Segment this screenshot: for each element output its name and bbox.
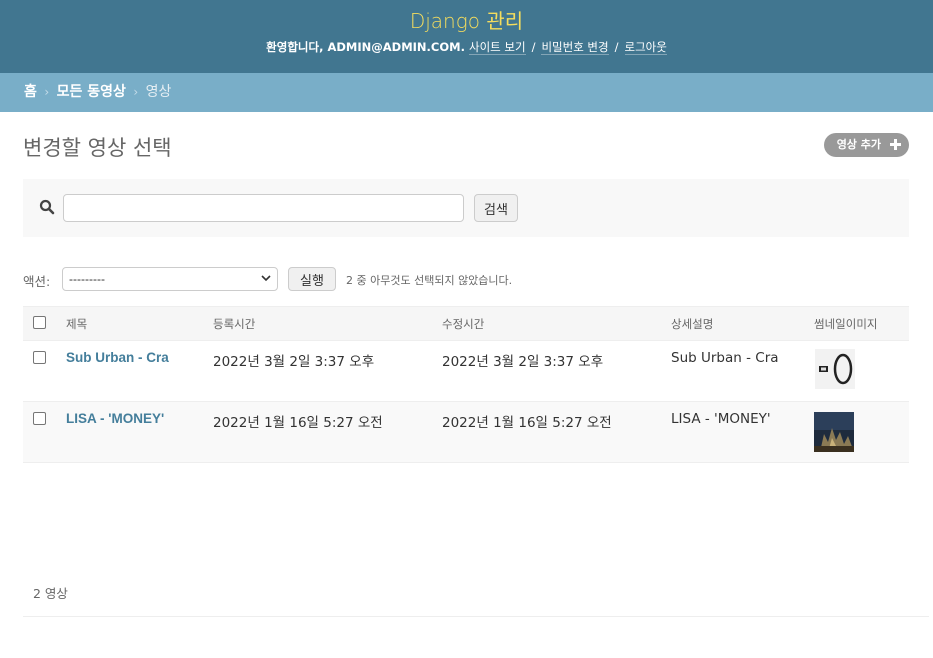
title-cell: Sub Urban - Cra (56, 340, 203, 402)
modified-cell: 2022년 1월 16일 5:27 오전 (432, 401, 661, 463)
column-header-modified[interactable]: 수정시간 (432, 306, 661, 341)
thumbnail-cell (804, 401, 909, 463)
action-label: 액션: (23, 274, 51, 289)
created-cell: 2022년 1월 16일 5:27 오전 (203, 401, 432, 463)
view-site-link[interactable]: 사이트 보기 (468, 40, 526, 55)
header: Django 관리 환영합니다, ADMIN@ADMIN.COM. 사이트 보기… (0, 0, 933, 73)
description-cell: LISA - 'MONEY' (661, 401, 804, 463)
search-button[interactable]: 검색 (474, 194, 518, 222)
action-counter: 2 중 아무것도 선택되지 않았습니다. (346, 274, 513, 287)
action-selected-value: --------- (69, 272, 105, 286)
plus-icon (890, 139, 901, 150)
search-toolbar: 검색 (23, 179, 909, 237)
action-select[interactable]: --------- (62, 267, 278, 291)
column-header-thumbnail[interactable]: 썸네일이미지 (804, 306, 909, 341)
welcome-text: 환영합니다, (266, 40, 324, 54)
chevron-down-icon (261, 275, 271, 282)
user-tools: 환영합니다, ADMIN@ADMIN.COM. 사이트 보기 / 비밀번호 변경… (266, 40, 667, 55)
logout-link[interactable]: 로그아웃 (624, 40, 667, 55)
row-checkbox[interactable] (33, 412, 46, 425)
select-all-header (23, 306, 56, 341)
row-checkbox[interactable] (33, 351, 46, 364)
row-checkbox-cell (23, 340, 56, 402)
title-cell: LISA - 'MONEY' (56, 401, 203, 463)
column-header-created[interactable]: 등록시간 (203, 306, 432, 341)
change-password-link[interactable]: 비밀번호 변경 (541, 40, 609, 55)
breadcrumb-app[interactable]: 모든 동영상 (57, 84, 126, 100)
video-title-link[interactable]: Sub Urban - Cra (66, 350, 169, 365)
search-input[interactable] (63, 194, 464, 222)
table-header-row: 제목 등록시간 수정시간 상세설명 썸네일이미지 (23, 306, 909, 341)
breadcrumb-home[interactable]: 홈 (24, 84, 37, 100)
run-action-button[interactable]: 실행 (288, 267, 336, 291)
breadcrumb-current: 영상 (145, 84, 172, 100)
thumbnail-lisa-money[interactable] (814, 412, 854, 452)
thumbnail-sub-urban[interactable] (815, 349, 855, 389)
site-name[interactable]: Django 관리 (0, 5, 933, 34)
actions-bar: 액션: --------- 실행 2 중 아무것도 선택되지 않았습니다. (23, 267, 909, 293)
created-cell: 2022년 3월 2일 3:37 오후 (203, 340, 432, 402)
column-header-description[interactable]: 상세설명 (661, 306, 804, 341)
paginator: 2 영상 (23, 575, 929, 617)
description-cell: Sub Urban - Cra (661, 340, 804, 402)
row-checkbox-cell (23, 401, 56, 463)
column-header-title[interactable]: 제목 (56, 306, 203, 341)
search-icon (39, 199, 55, 215)
modified-cell: 2022년 3월 2일 3:37 오후 (432, 340, 661, 402)
add-video-label: 영상 추가 (836, 138, 881, 151)
username: ADMIN@ADMIN.COM (327, 40, 461, 54)
table-row: Sub Urban - Cra 2022년 3월 2일 3:37 오후 2022… (23, 340, 909, 402)
video-title-link[interactable]: LISA - 'MONEY' (66, 411, 164, 426)
add-video-button[interactable]: 영상 추가 (823, 133, 909, 157)
page-title: 변경할 영상 선택 (23, 136, 172, 160)
thumbnail-cell (804, 340, 909, 402)
breadcrumb: 홈 › 모든 동영상 › 영상 (0, 73, 933, 112)
table-row: LISA - 'MONEY' 2022년 1월 16일 5:27 오전 2022… (23, 401, 909, 463)
select-all-checkbox[interactable] (33, 316, 46, 329)
results-table: 제목 등록시간 수정시간 상세설명 썸네일이미지 Sub Urban - Cra… (23, 306, 909, 463)
